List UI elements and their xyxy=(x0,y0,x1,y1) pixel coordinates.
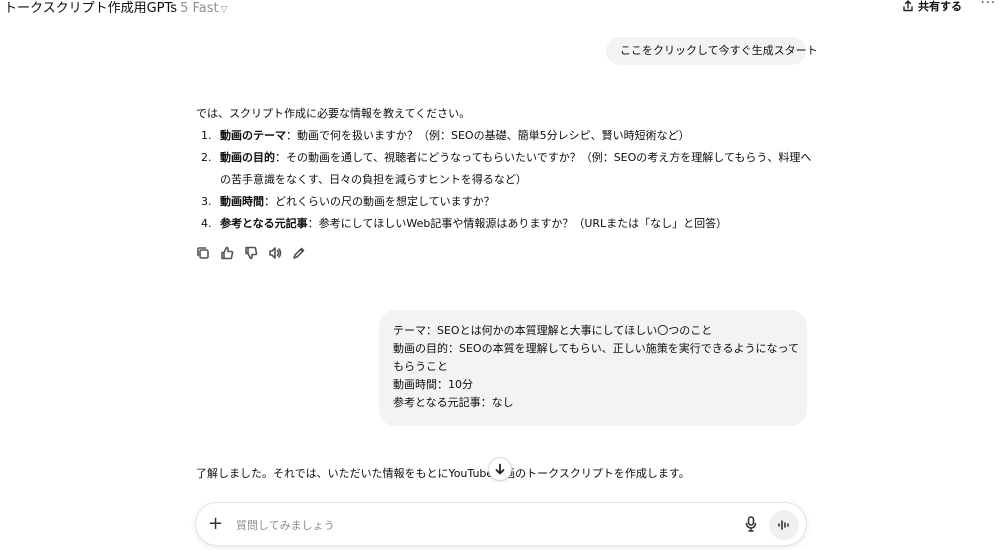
user-line: 参考となる元記事：なし xyxy=(393,396,514,409)
list-item: 1. 動画のテーマ：動画で何を扱いますか？（例：SEOの基礎、簡単5分レシピ、賢い… xyxy=(201,129,690,142)
message-actions xyxy=(196,246,306,260)
thumbs-up-icon[interactable] xyxy=(220,246,234,260)
assistant-intro: では、スクリプト作成に必要な情報を教えてください。 xyxy=(196,107,471,120)
list-item: 4. 参考となる元記事：参考にしてほしいWeb記事や情報源はありますか？（URLま… xyxy=(201,217,728,230)
share-button[interactable]: 共有する xyxy=(902,0,962,14)
thumbs-down-icon[interactable] xyxy=(244,246,258,260)
voice-mode-button[interactable] xyxy=(769,510,799,540)
list-item: 2. 動画の目的：その動画を通して、視聴者にどうなってもらいたいですか？（例：SE… xyxy=(201,151,812,186)
user-message-start: ここをクリックして今すぐ生成スタート xyxy=(606,37,818,65)
user-line: 動画時間：10分 xyxy=(393,378,473,391)
user-message-details: テーマ：SEOとは何かの本質理解と大事にしてほしい〇つのこと 動画の目的：SEO… xyxy=(379,310,807,426)
model-label: 5 Fast xyxy=(180,1,219,16)
gpt-title: トークスクリプト作成用GPTs xyxy=(4,1,178,16)
microphone-icon[interactable] xyxy=(744,516,758,536)
assistant-message-reply: 了解しました。それでは、いただいた情報をもとにYouTube動画のトークスクリプ… xyxy=(196,467,690,480)
list-item: 3. 動画時間：どれくらいの尺の動画を想定していますか？ xyxy=(201,195,495,208)
user-line: テーマ：SEOとは何かの本質理解と大事にしてほしい〇つのこと xyxy=(393,324,713,337)
scroll-to-bottom-button[interactable] xyxy=(488,457,512,481)
more-options-button[interactable]: ··· xyxy=(981,0,996,11)
waveform-icon xyxy=(778,520,789,530)
user-line: 動画の目的：SEOの本質を理解してもらい、正しい施策を実行できるようになって xyxy=(393,342,799,355)
arrow-down-icon xyxy=(495,463,505,475)
message-input[interactable] xyxy=(236,515,716,535)
model-selector[interactable]: トークスクリプト作成用GPTs 5 Fast ▽ xyxy=(4,0,228,16)
chevron-down-icon: ▽ xyxy=(220,5,228,15)
user-line: もらうこと xyxy=(393,360,448,373)
top-bar: トークスクリプト作成用GPTs 5 Fast ▽ 共有する ··· xyxy=(0,0,1000,16)
read-aloud-icon[interactable] xyxy=(268,246,282,260)
share-icon xyxy=(903,0,913,12)
copy-icon[interactable] xyxy=(196,246,210,260)
assistant-message-questions: では、スクリプト作成に必要な情報を教えてください。 1. 動画のテーマ：動画で何を… xyxy=(196,103,816,235)
message-composer: + xyxy=(195,502,807,546)
share-label: 共有する xyxy=(918,0,962,13)
edit-icon[interactable] xyxy=(292,246,306,260)
plus-icon[interactable]: + xyxy=(208,513,223,535)
question-list: 1. 動画のテーマ：動画で何を扱いますか？（例：SEOの基礎、簡単5分レシピ、賢い… xyxy=(196,125,816,235)
